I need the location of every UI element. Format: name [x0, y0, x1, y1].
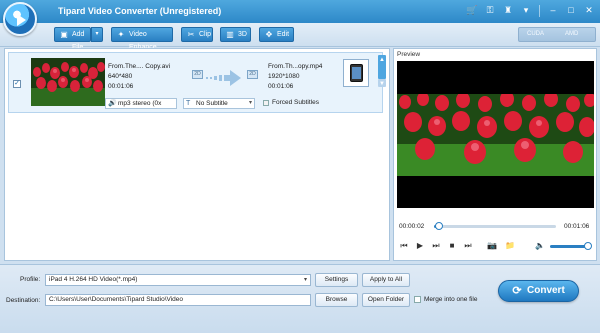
edit-button[interactable]: ✥ Edit	[259, 27, 294, 42]
volume-slider[interactable]	[550, 242, 592, 250]
enhance-icon: ✦	[117, 30, 125, 39]
3d-label: 3D	[238, 31, 247, 38]
profile-value: iPad 4 H.264 HD Video(*.mp4)	[49, 276, 138, 283]
subtitle-icon: T	[186, 100, 191, 107]
volume-slider-handle[interactable]	[584, 242, 592, 250]
source-2d-badge: 2D	[192, 70, 203, 79]
forced-subtitles-label: Forced Subtitles	[272, 99, 319, 106]
speaker-icon: 🔊	[108, 100, 117, 107]
subtitle-value: No Subtitle	[196, 100, 228, 107]
clip-button[interactable]: ✂ Clip	[181, 27, 213, 42]
output-device-button[interactable]	[343, 59, 369, 87]
close-button[interactable]: ✕	[582, 4, 596, 17]
separator	[539, 5, 540, 17]
video-enhance-button[interactable]: ✦ Video Enhance	[111, 27, 173, 51]
file-checkbox[interactable]: ✓	[13, 80, 21, 88]
edit-label: Edit	[277, 31, 290, 38]
target-filename: From.Th...opy.mp4	[268, 63, 323, 70]
move-down-button[interactable]: ▼	[378, 79, 386, 87]
amd-label: AMD	[565, 31, 579, 37]
cart-icon[interactable]: 🛒	[465, 4, 479, 17]
settings-button[interactable]: Settings	[315, 273, 358, 287]
minimize-button[interactable]: –	[546, 4, 560, 17]
audio-track-select[interactable]: 🔊 mp3 stereo (0x	[105, 98, 177, 109]
app-logo-icon	[3, 2, 37, 36]
seek-bar-handle[interactable]	[434, 222, 443, 230]
total-time: 00:01:06	[564, 223, 590, 230]
window-title: Tipard Video Converter (Unregistered)	[58, 6, 222, 16]
end-icon[interactable]: ⏭	[462, 241, 474, 251]
add-file-icon: ▣	[60, 30, 68, 39]
add-file-dropdown-button[interactable]: ▾	[91, 27, 103, 42]
add-file-button[interactable]: ▣ Add File	[54, 27, 91, 51]
cuda-label: CUDA	[527, 31, 545, 37]
destination-value: C:\Users\User\Documents\Tipard Studio\Vi…	[49, 296, 184, 303]
title-bar: Tipard Video Converter (Unregistered) 🛒 …	[0, 0, 600, 23]
chevron-down-icon: ▾	[248, 100, 252, 106]
file-list: ✓ From.The.... Copy.avi 640*480 00:01:06…	[4, 48, 390, 261]
subtitle-select[interactable]: T No Subtitle ▾	[183, 98, 255, 109]
conversion-arrow-icon	[205, 68, 243, 88]
merge-label: Merge into one file	[424, 296, 478, 303]
profile-select[interactable]: iPad 4 H.264 HD Video(*.mp4) ▾	[45, 274, 311, 286]
forced-subtitles-box[interactable]	[263, 100, 269, 106]
current-time: 00:00:02	[399, 223, 425, 230]
3d-icon: ▥	[226, 30, 234, 39]
preview-panel: Preview 00:00:02 00:01:06 ⏮ ▶ ⏭ ■ ⏭ 📷 📁 …	[393, 48, 597, 261]
previous-frame-icon[interactable]: ⏮	[398, 241, 410, 251]
file-item[interactable]: ✓ From.The.... Copy.avi 640*480 00:01:06…	[8, 52, 386, 113]
source-duration: 00:01:06	[108, 83, 134, 90]
source-info: From.The.... Copy.avi 640*480 00:01:06	[108, 62, 170, 92]
source-filename: From.The.... Copy.avi	[108, 63, 171, 70]
browse-button[interactable]: Browse	[315, 293, 358, 307]
target-2d-badge: 2D	[247, 70, 258, 79]
toolbar: ▣ Add File ▾ ✦ Video Enhance ✂ Clip ▥ 3D…	[0, 23, 600, 51]
window-controls: 🛒 ⚿ ♜ ▾ – □ ✕	[465, 4, 596, 18]
target-duration: 00:01:06	[268, 83, 294, 90]
convert-icon: ⟳	[512, 285, 522, 297]
open-folder-button[interactable]: Open Folder	[362, 293, 410, 307]
gift-icon[interactable]: ♜	[501, 4, 515, 17]
preview-label: Preview	[397, 51, 421, 58]
destination-field[interactable]: C:\Users\User\Documents\Tipard Studio\Vi…	[45, 294, 311, 306]
apply-to-all-button[interactable]: Apply to All	[362, 273, 410, 287]
merge-checkbox[interactable]: Merge into one file	[414, 296, 477, 303]
video-thumbnail[interactable]	[31, 58, 105, 106]
stop-icon[interactable]: ■	[446, 241, 458, 251]
menu-chevron-icon[interactable]: ▾	[519, 4, 533, 17]
target-resolution: 1920*1080	[268, 73, 300, 80]
key-icon[interactable]: ⚿	[483, 4, 497, 17]
convert-button[interactable]: ⟳ Convert	[498, 280, 579, 302]
output-settings-bar: Profile: iPad 4 H.264 HD Video(*.mp4) ▾ …	[0, 264, 600, 333]
edit-icon: ✥	[265, 30, 273, 39]
snapshot-icon[interactable]: 📷	[486, 241, 498, 251]
tablet-icon	[350, 64, 363, 82]
volume-icon[interactable]: 🔈	[534, 241, 546, 251]
play-icon[interactable]: ▶	[414, 241, 426, 251]
convert-label: Convert	[527, 285, 565, 296]
chevron-down-icon: ▾	[303, 277, 307, 283]
3d-button[interactable]: ▥ 3D	[220, 27, 251, 42]
forced-subtitles-checkbox[interactable]: Forced Subtitles	[263, 99, 319, 106]
clip-label: Clip	[199, 31, 212, 38]
folder-icon[interactable]: 📁	[504, 241, 516, 251]
maximize-button[interactable]: □	[564, 4, 578, 17]
audio-track-value: mp3 stereo (0x	[118, 100, 162, 107]
target-info: From.Th...opy.mp4 1920*1080 00:01:06	[268, 62, 322, 92]
profile-label: Profile:	[20, 276, 41, 283]
merge-checkbox-box[interactable]	[414, 296, 421, 303]
move-up-button[interactable]: ▲	[378, 55, 386, 79]
next-frame-icon[interactable]: ⏭	[430, 241, 442, 251]
scissors-icon: ✂	[187, 30, 195, 39]
preview-screen[interactable]	[397, 61, 594, 208]
acceleration-indicator: CUDA AMD	[518, 27, 596, 42]
destination-label: Destination:	[6, 297, 41, 304]
source-resolution: 640*480	[108, 73, 133, 80]
seek-bar[interactable]	[434, 222, 556, 230]
